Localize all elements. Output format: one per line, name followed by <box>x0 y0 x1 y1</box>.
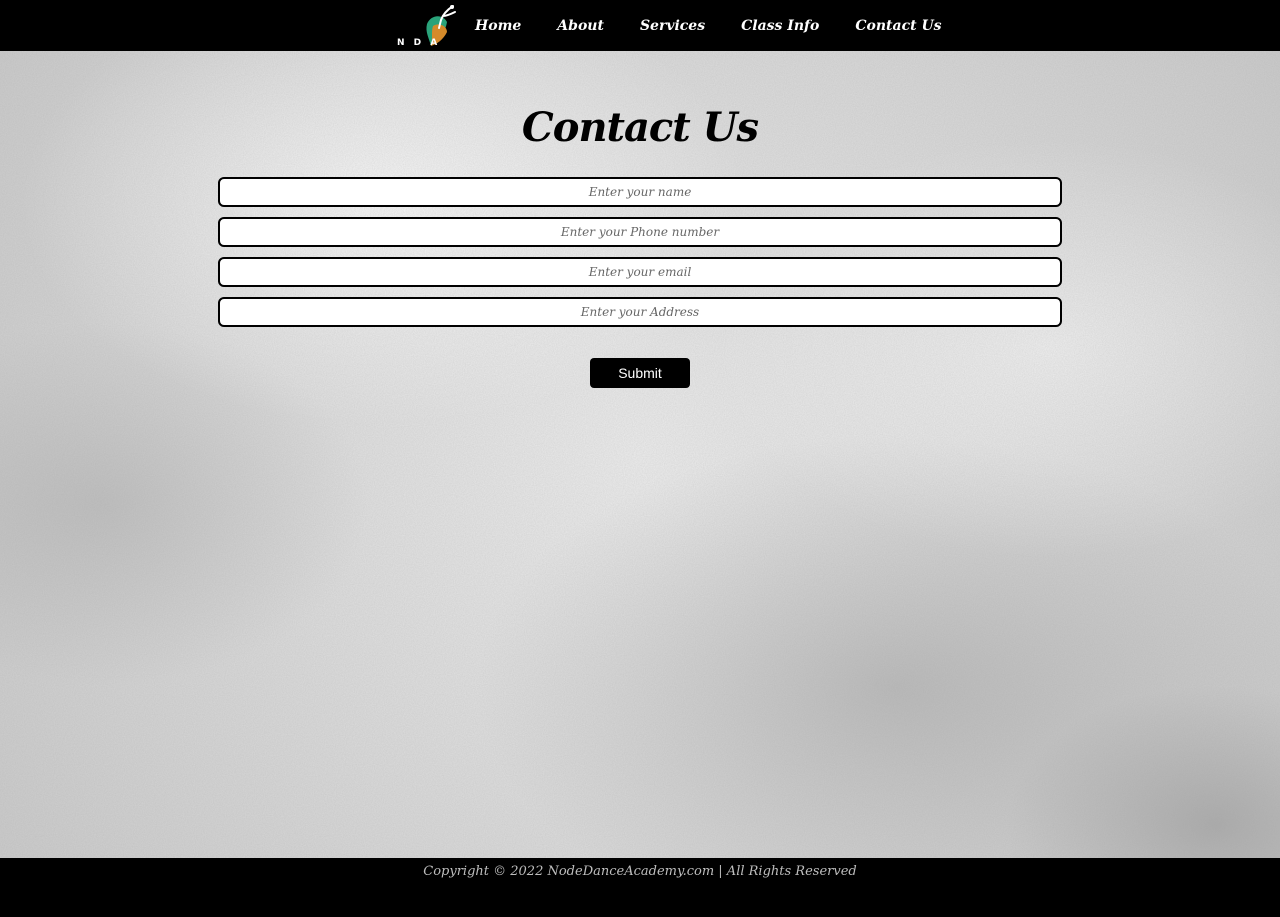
name-field[interactable] <box>218 177 1062 207</box>
nav-link-home[interactable]: Home <box>475 18 521 34</box>
nav-link-services[interactable]: Services <box>640 18 705 34</box>
footer: Copyright © 2022 NodeDanceAcademy.com | … <box>0 858 1280 917</box>
top-navbar: N D A Home About Services Class Info Con… <box>0 0 1280 51</box>
nav-link-contact-us[interactable]: Contact Us <box>855 18 941 34</box>
concrete-texture-background <box>0 51 1280 858</box>
logo-text: N D A <box>397 38 441 48</box>
logo[interactable]: N D A <box>393 2 461 49</box>
copyright-text: Copyright © 2022 NodeDanceAcademy.com | … <box>423 864 857 879</box>
contact-form <box>218 177 1062 337</box>
address-field[interactable] <box>218 297 1062 327</box>
nav-link-about[interactable]: About <box>557 18 604 34</box>
page-title: Contact Us <box>521 104 759 151</box>
email-field[interactable] <box>218 257 1062 287</box>
nav-link-class-info[interactable]: Class Info <box>741 18 819 34</box>
phone-field[interactable] <box>218 217 1062 247</box>
nav-links: Home About Services Class Info Contact U… <box>475 0 978 51</box>
submit-button[interactable]: Submit <box>590 358 690 388</box>
